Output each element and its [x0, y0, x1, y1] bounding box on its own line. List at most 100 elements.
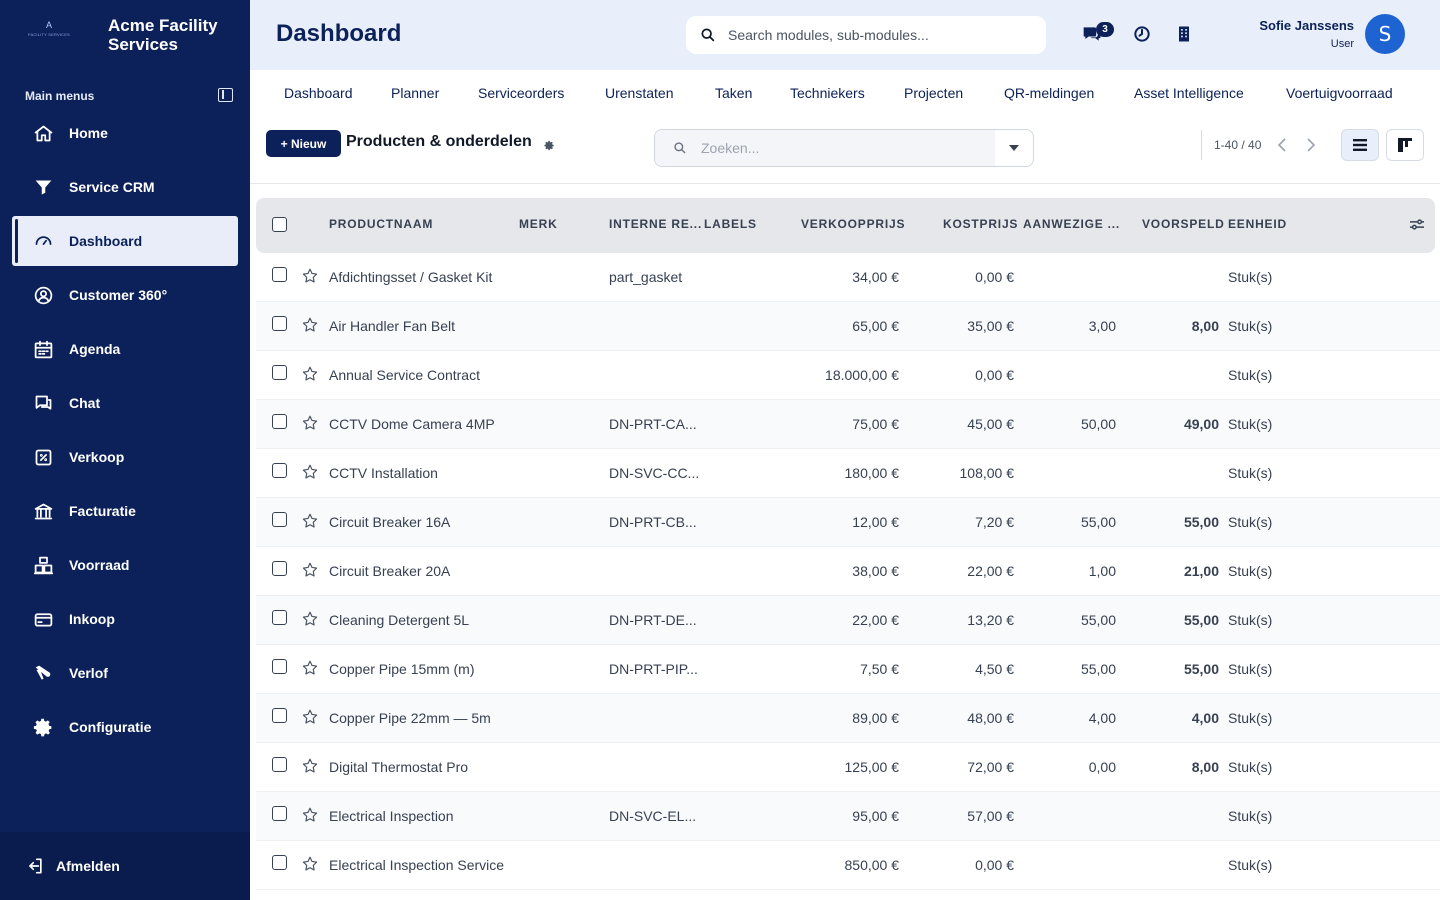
user-name[interactable]: Sofie Janssens — [1259, 18, 1354, 33]
row-checkbox[interactable] — [272, 414, 287, 429]
sidebar-collapse-icon[interactable] — [218, 88, 233, 102]
avatar[interactable]: S — [1365, 14, 1405, 54]
table-row[interactable]: Annual Service Contract 18.000,00 € 0,00 €… — [256, 351, 1440, 400]
row-checkbox[interactable] — [272, 365, 287, 380]
table-row[interactable]: Circuit Breaker 16A DN-PRT-CB... 12,00 € 7,… — [256, 498, 1440, 547]
column-settings-icon[interactable] — [1410, 218, 1424, 236]
sidebar-item-verlof[interactable]: Verlof — [12, 648, 238, 698]
table-row[interactable]: Digital Thermostat Pro 125,00 € 72,00 € 0,0… — [256, 743, 1440, 792]
table-row[interactable]: Electrical Inspection DN-SVC-EL... 95,00 €… — [256, 792, 1440, 841]
plane-icon — [32, 662, 54, 684]
logout-button[interactable]: Afmelden — [0, 832, 250, 900]
star-icon[interactable] — [301, 365, 319, 383]
table-row[interactable]: Electrical Inspection Service 850,00 € 0,0… — [256, 841, 1440, 890]
cell-voorspeld: 8,00 — [1191, 318, 1219, 334]
building-icon[interactable] — [1174, 24, 1194, 44]
table-row[interactable]: Copper Pipe 22mm — 5m 89,00 € 48,00 € 4,00 4… — [256, 694, 1440, 743]
global-search[interactable] — [686, 16, 1046, 54]
search-options-dropdown[interactable] — [995, 130, 1033, 166]
tab-projecten[interactable]: Projecten — [904, 85, 963, 101]
sidebar-item-chat[interactable]: Chat — [12, 378, 238, 428]
tab-urenstaten[interactable]: Urenstaten — [605, 85, 673, 101]
row-checkbox[interactable] — [272, 806, 287, 821]
module-tabs: Dashboard Planner Serviceorders Urenstaten T… — [250, 70, 1440, 116]
prev-page-button[interactable] — [1275, 137, 1289, 153]
sidebar-item-dashboard[interactable]: Dashboard — [12, 216, 238, 266]
page-title: Dashboard — [276, 20, 402, 47]
row-checkbox[interactable] — [272, 610, 287, 625]
sidebar-item-home[interactable]: Home — [12, 108, 238, 158]
tab-serviceorders[interactable]: Serviceorders — [478, 85, 564, 101]
kanban-view-button[interactable] — [1386, 129, 1424, 161]
star-icon[interactable] — [301, 806, 319, 824]
tab-planner[interactable]: Planner — [391, 85, 439, 101]
brand[interactable]: A FACILITY SERVICES Acme Facility Servic… — [0, 0, 250, 70]
sidebar-item-customer-360[interactable]: Customer 360° — [12, 270, 238, 320]
product-search-field[interactable] — [655, 130, 996, 166]
table-row[interactable]: CCTV Installation DN-SVC-CC... 180,00 € 108… — [256, 449, 1440, 498]
tab-voertuigvoorraad[interactable]: Voertuigvoorraad — [1286, 85, 1393, 101]
tab-qr-meldingen[interactable]: QR-meldingen — [1004, 85, 1094, 101]
star-icon[interactable] — [301, 659, 319, 677]
row-checkbox[interactable] — [272, 659, 287, 674]
sidebar-item-facturatie[interactable]: Facturatie — [12, 486, 238, 536]
sidebar-item-configuratie[interactable]: Configuratie — [12, 702, 238, 752]
cell-aanwezige: 3,00 — [1088, 318, 1116, 334]
new-button[interactable]: + Nieuw — [266, 130, 341, 157]
row-checkbox[interactable] — [272, 267, 287, 282]
sidebar-item-label: Verkoop — [69, 449, 125, 465]
star-icon[interactable] — [301, 855, 319, 873]
select-all-checkbox[interactable] — [272, 217, 287, 232]
row-checkbox[interactable] — [272, 316, 287, 331]
next-page-button[interactable] — [1304, 137, 1318, 153]
col-aanwezige[interactable]: AANWEZIGE ... — [1023, 217, 1120, 231]
sidebar-item-agenda[interactable]: Agenda — [12, 324, 238, 374]
star-icon[interactable] — [301, 267, 319, 285]
sidebar-item-voorraad[interactable]: Voorraad — [12, 540, 238, 590]
star-icon[interactable] — [301, 757, 319, 775]
product-search-input[interactable] — [701, 140, 981, 156]
star-icon[interactable] — [301, 414, 319, 432]
row-checkbox[interactable] — [272, 512, 287, 527]
col-eenheid[interactable]: EENHEID — [1228, 217, 1287, 231]
col-merk[interactable]: MERK — [519, 217, 558, 231]
tab-dashboard[interactable]: Dashboard — [284, 85, 353, 101]
tab-taken[interactable]: Taken — [715, 85, 752, 101]
row-checkbox[interactable] — [272, 855, 287, 870]
sidebar-item-service-crm[interactable]: Service CRM — [12, 162, 238, 212]
list-view-button[interactable] — [1341, 129, 1379, 161]
table-row[interactable]: Afdichtingsset / Gasket Kit part_gasket 34… — [256, 253, 1440, 302]
global-search-input[interactable] — [728, 27, 1028, 43]
settings-gear-icon[interactable] — [544, 138, 555, 151]
sidebar-item-inkoop[interactable]: Inkoop — [12, 594, 238, 644]
row-checkbox[interactable] — [272, 463, 287, 478]
product-search[interactable] — [654, 129, 1034, 167]
row-checkbox[interactable] — [272, 757, 287, 772]
star-icon[interactable] — [301, 512, 319, 530]
table-row[interactable]: CCTV Dome Camera 4MP DN-PRT-CA... 75,00 € 4… — [256, 400, 1440, 449]
clock-icon[interactable] — [1132, 24, 1152, 44]
sidebar-item-verkoop[interactable]: Verkoop — [12, 432, 238, 482]
topbar: Dashboard 3 Sofie Janssens User S — [250, 0, 1440, 70]
col-productnaam[interactable]: PRODUCTNAAM — [329, 217, 433, 231]
row-checkbox[interactable] — [272, 561, 287, 576]
col-voorspeld[interactable]: VOORSPELD — [1142, 217, 1225, 231]
tab-technieker-s[interactable]: Technieker­s — [790, 85, 865, 101]
table-row[interactable]: Copper Pipe 15mm (m) DN-PRT-PIP... 7,50 € 4… — [256, 645, 1440, 694]
col-kostprijs[interactable]: KOSTPRIJS — [943, 217, 1018, 231]
col-labels[interactable]: LABELS — [704, 217, 757, 231]
star-icon[interactable] — [301, 708, 319, 726]
cell-kostprijs: 48,00 € — [967, 710, 1014, 726]
col-interne-referentie[interactable]: INTERNE RE... — [609, 217, 702, 231]
star-icon[interactable] — [301, 610, 319, 628]
star-icon[interactable] — [301, 561, 319, 579]
row-checkbox[interactable] — [272, 708, 287, 723]
star-icon[interactable] — [301, 463, 319, 481]
table-row[interactable]: Air Handler Fan Belt 65,00 € 35,00 € 3,00 8,… — [256, 302, 1440, 351]
tab-asset-intelligence[interactable]: Asset Intelligence — [1134, 85, 1244, 101]
star-icon[interactable] — [301, 316, 319, 334]
cell-aanwezige: 55,00 — [1080, 661, 1116, 677]
table-row[interactable]: Circuit Breaker 20A 38,00 € 22,00 € 1,00 21,… — [256, 547, 1440, 596]
table-row[interactable]: Cleaning Detergent 5L DN-PRT-DE... 22,00 €… — [256, 596, 1440, 645]
col-verkoopprijs[interactable]: VERKOOPPRIJS — [801, 217, 905, 231]
